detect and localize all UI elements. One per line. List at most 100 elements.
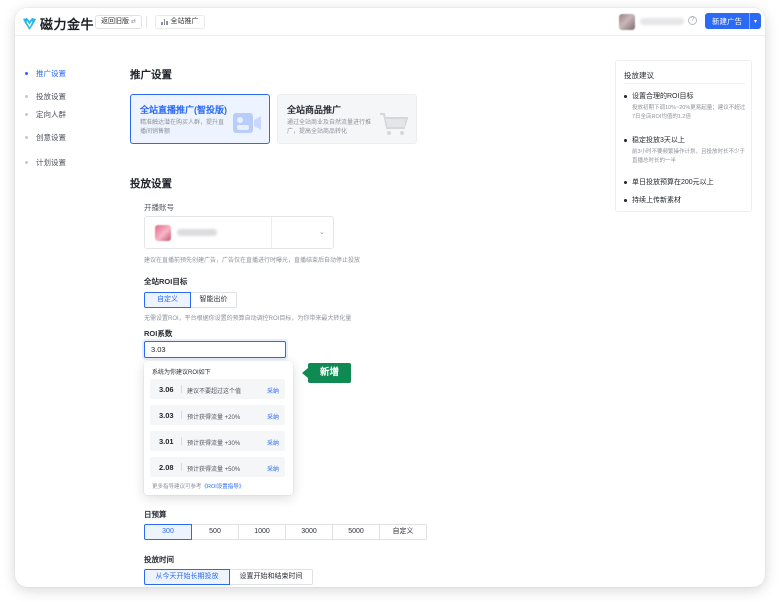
divider bbox=[181, 385, 182, 393]
adopt-link[interactable]: 采纳 bbox=[267, 464, 279, 473]
back-to-old-version-button[interactable]: 返回旧版 ⇄ bbox=[95, 15, 143, 29]
roi-suggestion-item[interactable]: 3.01 预计获得流量 +30% 采纳 bbox=[150, 431, 285, 451]
roi-coef-input[interactable]: 3.03 bbox=[144, 341, 286, 358]
time-label: 投放时间 bbox=[144, 555, 174, 564]
dropdown-header: 系统为你建议ROI如下 bbox=[152, 370, 211, 376]
roi-target-label: 全站ROI目标 bbox=[144, 277, 188, 286]
budget-option[interactable]: 500 bbox=[191, 524, 239, 540]
card-live-promo[interactable]: 全站直播推广(智投版) 精准触达潜在购买人群，提升直播间销售额 bbox=[130, 94, 270, 144]
dot-icon bbox=[25, 95, 28, 98]
divider bbox=[146, 16, 147, 28]
sidebar-item-promo-settings[interactable]: 推广设置 bbox=[25, 68, 66, 79]
tip-heading-text: 单日投放预算在200元以上 bbox=[632, 179, 714, 186]
dot-icon bbox=[25, 72, 28, 75]
top-bar: 磁力金牛 返回旧版 ⇄ 全站推广 ? 新建广告 ▾ bbox=[15, 8, 765, 36]
budget-segmented: 300 500 1000 3000 5000 自定义 bbox=[144, 524, 427, 540]
main-content: 推广设置 全站直播推广(智投版) 精准触达潜在购买人群，提升直播间销售额 全站商… bbox=[130, 36, 610, 587]
suggestion-desc: 建议不要超过这个值 bbox=[187, 389, 242, 395]
roi-target-segmented: 自定义 智能出价 bbox=[144, 292, 237, 308]
dropdown-footer: 更多指导建议可参考《ROI设置指导》 bbox=[152, 482, 244, 490]
breadcrumb[interactable]: 全站推广 bbox=[155, 15, 205, 29]
card-desc: 通过全站商业及自然流量进行推广，提高全站商品转化 bbox=[287, 120, 372, 135]
magnet-logo-icon bbox=[23, 17, 36, 30]
budget-option[interactable]: 1000 bbox=[238, 524, 286, 540]
divider bbox=[624, 83, 745, 84]
card-title: 全站直播推广(智投版) bbox=[140, 105, 227, 115]
roi-suggestion-dropdown: 系统为你建议ROI如下 3.06 建议不要超过这个值 采纳 3.03 预计获得流… bbox=[144, 361, 293, 495]
back-label: 返回旧版 bbox=[101, 18, 129, 25]
roi-coef-label: ROI系数 bbox=[144, 329, 173, 338]
roi-guide-link[interactable]: 《ROI设置指导》 bbox=[202, 484, 245, 490]
tip-heading-text: 稳定投放3天以上 bbox=[632, 137, 685, 144]
budget-option-custom[interactable]: 自定义 bbox=[379, 524, 427, 540]
adopt-link[interactable]: 采纳 bbox=[267, 386, 279, 395]
tips-title: 投放建议 bbox=[624, 71, 654, 80]
suggestion-desc: 预计获得流量 +30% bbox=[187, 441, 241, 447]
tip-body: 前3小时不要频繁操作计划，且投放时长不少于直播总时长的一半 bbox=[632, 149, 746, 164]
divider bbox=[181, 463, 182, 471]
sidebar-item-label: 推广设置 bbox=[36, 69, 66, 78]
adopt-link[interactable]: 采纳 bbox=[267, 438, 279, 447]
sidebar-item-targeting[interactable]: 定向人群 bbox=[25, 109, 66, 120]
user-name-blurred bbox=[640, 18, 684, 25]
new-ad-label: 新建广告 bbox=[712, 16, 742, 26]
card-product-promo[interactable]: 全站商品推广 通过全站商业及自然流量进行推广，提高全站商品转化 bbox=[277, 94, 417, 144]
footer-text: 更多指导建议可参考 bbox=[152, 484, 202, 490]
budget-label: 日预算 bbox=[144, 510, 167, 519]
divider bbox=[181, 411, 182, 419]
bar-chart-icon bbox=[161, 19, 168, 25]
tip-heading: 单日投放预算在200元以上 bbox=[624, 177, 748, 187]
logo[interactable]: 磁力金牛 bbox=[22, 14, 94, 33]
budget-option[interactable]: 3000 bbox=[285, 524, 333, 540]
suggestion-desc: 预计获得流量 +20% bbox=[187, 415, 241, 421]
budget-option[interactable]: 300 bbox=[144, 524, 192, 540]
tip-item: 设置合理的ROI目标 投放初期下调10%~20%更易起量；建议不超过7日全店RO… bbox=[624, 91, 748, 122]
anchor-account-select[interactable]: ⌄ bbox=[144, 216, 334, 249]
dot-icon bbox=[25, 113, 28, 116]
tip-item: 持续上传新素材 bbox=[624, 195, 748, 205]
sidebar-item-label: 定向人群 bbox=[36, 110, 66, 119]
suggestion-value: 3.06 bbox=[159, 385, 174, 394]
suggestion-desc: 预计获得流量 +50% bbox=[187, 467, 241, 473]
tip-heading: 稳定投放3天以上 bbox=[624, 135, 748, 145]
shopping-cart-icon bbox=[380, 113, 409, 135]
delivery-tips-panel: 投放建议 设置合理的ROI目标 投放初期下调10%~20%更易起量；建议不超过7… bbox=[615, 60, 752, 212]
budget-option[interactable]: 5000 bbox=[332, 524, 380, 540]
chevron-down-icon[interactable]: ⌄ bbox=[319, 228, 325, 236]
tip-item: 单日投放预算在200元以上 bbox=[624, 177, 748, 187]
tip-item: 稳定投放3天以上 前3小时不要频繁操作计划，且投放时长不少于直播总时长的一半 bbox=[624, 135, 748, 166]
help-icon[interactable]: ? bbox=[688, 16, 697, 25]
logo-text: 磁力金牛 bbox=[40, 17, 95, 32]
anchor-hint: 建议在直播前预先创建广告，广告仅在直播进行时曝光，直播结束后自动停止投放 bbox=[144, 258, 361, 264]
sidebar-item-creative[interactable]: 创意设置 bbox=[25, 132, 66, 143]
roi-suggestion-item[interactable]: 3.03 预计获得流量 +20% 采纳 bbox=[150, 405, 285, 425]
new-feature-tag: 新增 bbox=[302, 363, 351, 383]
anchor-name-blurred bbox=[177, 229, 217, 236]
app-window: 磁力金牛 返回旧版 ⇄ 全站推广 ? 新建广告 ▾ 推广设置 投放设置 定向人群… bbox=[15, 8, 765, 587]
user-avatar[interactable] bbox=[619, 14, 635, 30]
breadcrumb-label: 全站推广 bbox=[170, 18, 199, 25]
bullet-icon bbox=[624, 180, 627, 184]
time-option-long-term[interactable]: 从今天开始长期投放 bbox=[144, 569, 230, 585]
section-title-delivery: 投放设置 bbox=[130, 178, 172, 190]
sidebar-item-plan[interactable]: 计划设置 bbox=[25, 157, 66, 168]
bullet-icon bbox=[624, 94, 627, 98]
roi-suggestion-item[interactable]: 3.06 建议不要超过这个值 采纳 bbox=[150, 379, 285, 399]
roi-suggestion-item[interactable]: 2.08 预计获得流量 +50% 采纳 bbox=[150, 457, 285, 477]
suggestion-value: 2.08 bbox=[159, 463, 174, 472]
divider bbox=[271, 217, 272, 248]
new-ad-button[interactable]: 新建广告 ▾ bbox=[705, 13, 761, 29]
suggestion-value: 3.01 bbox=[159, 437, 174, 446]
sidebar-item-label: 计划设置 bbox=[36, 158, 66, 167]
adopt-link[interactable]: 采纳 bbox=[267, 412, 279, 421]
swap-icon: ⇄ bbox=[131, 19, 137, 25]
chevron-down-icon[interactable]: ▾ bbox=[749, 13, 761, 29]
roi-option-smart-bid[interactable]: 智能出价 bbox=[190, 292, 237, 308]
time-option-custom-range[interactable]: 设置开始和结束时间 bbox=[229, 569, 313, 585]
tip-heading: 设置合理的ROI目标 bbox=[624, 91, 748, 101]
roi-target-hint: 无需设置ROI，平台根据你设置的预算自动调控ROI目标，为你带来最大转化量 bbox=[144, 316, 352, 322]
suggestion-value: 3.03 bbox=[159, 411, 174, 420]
video-camera-icon bbox=[233, 113, 261, 133]
roi-option-custom[interactable]: 自定义 bbox=[144, 292, 191, 308]
sidebar-item-delivery-settings[interactable]: 投放设置 bbox=[25, 91, 66, 102]
